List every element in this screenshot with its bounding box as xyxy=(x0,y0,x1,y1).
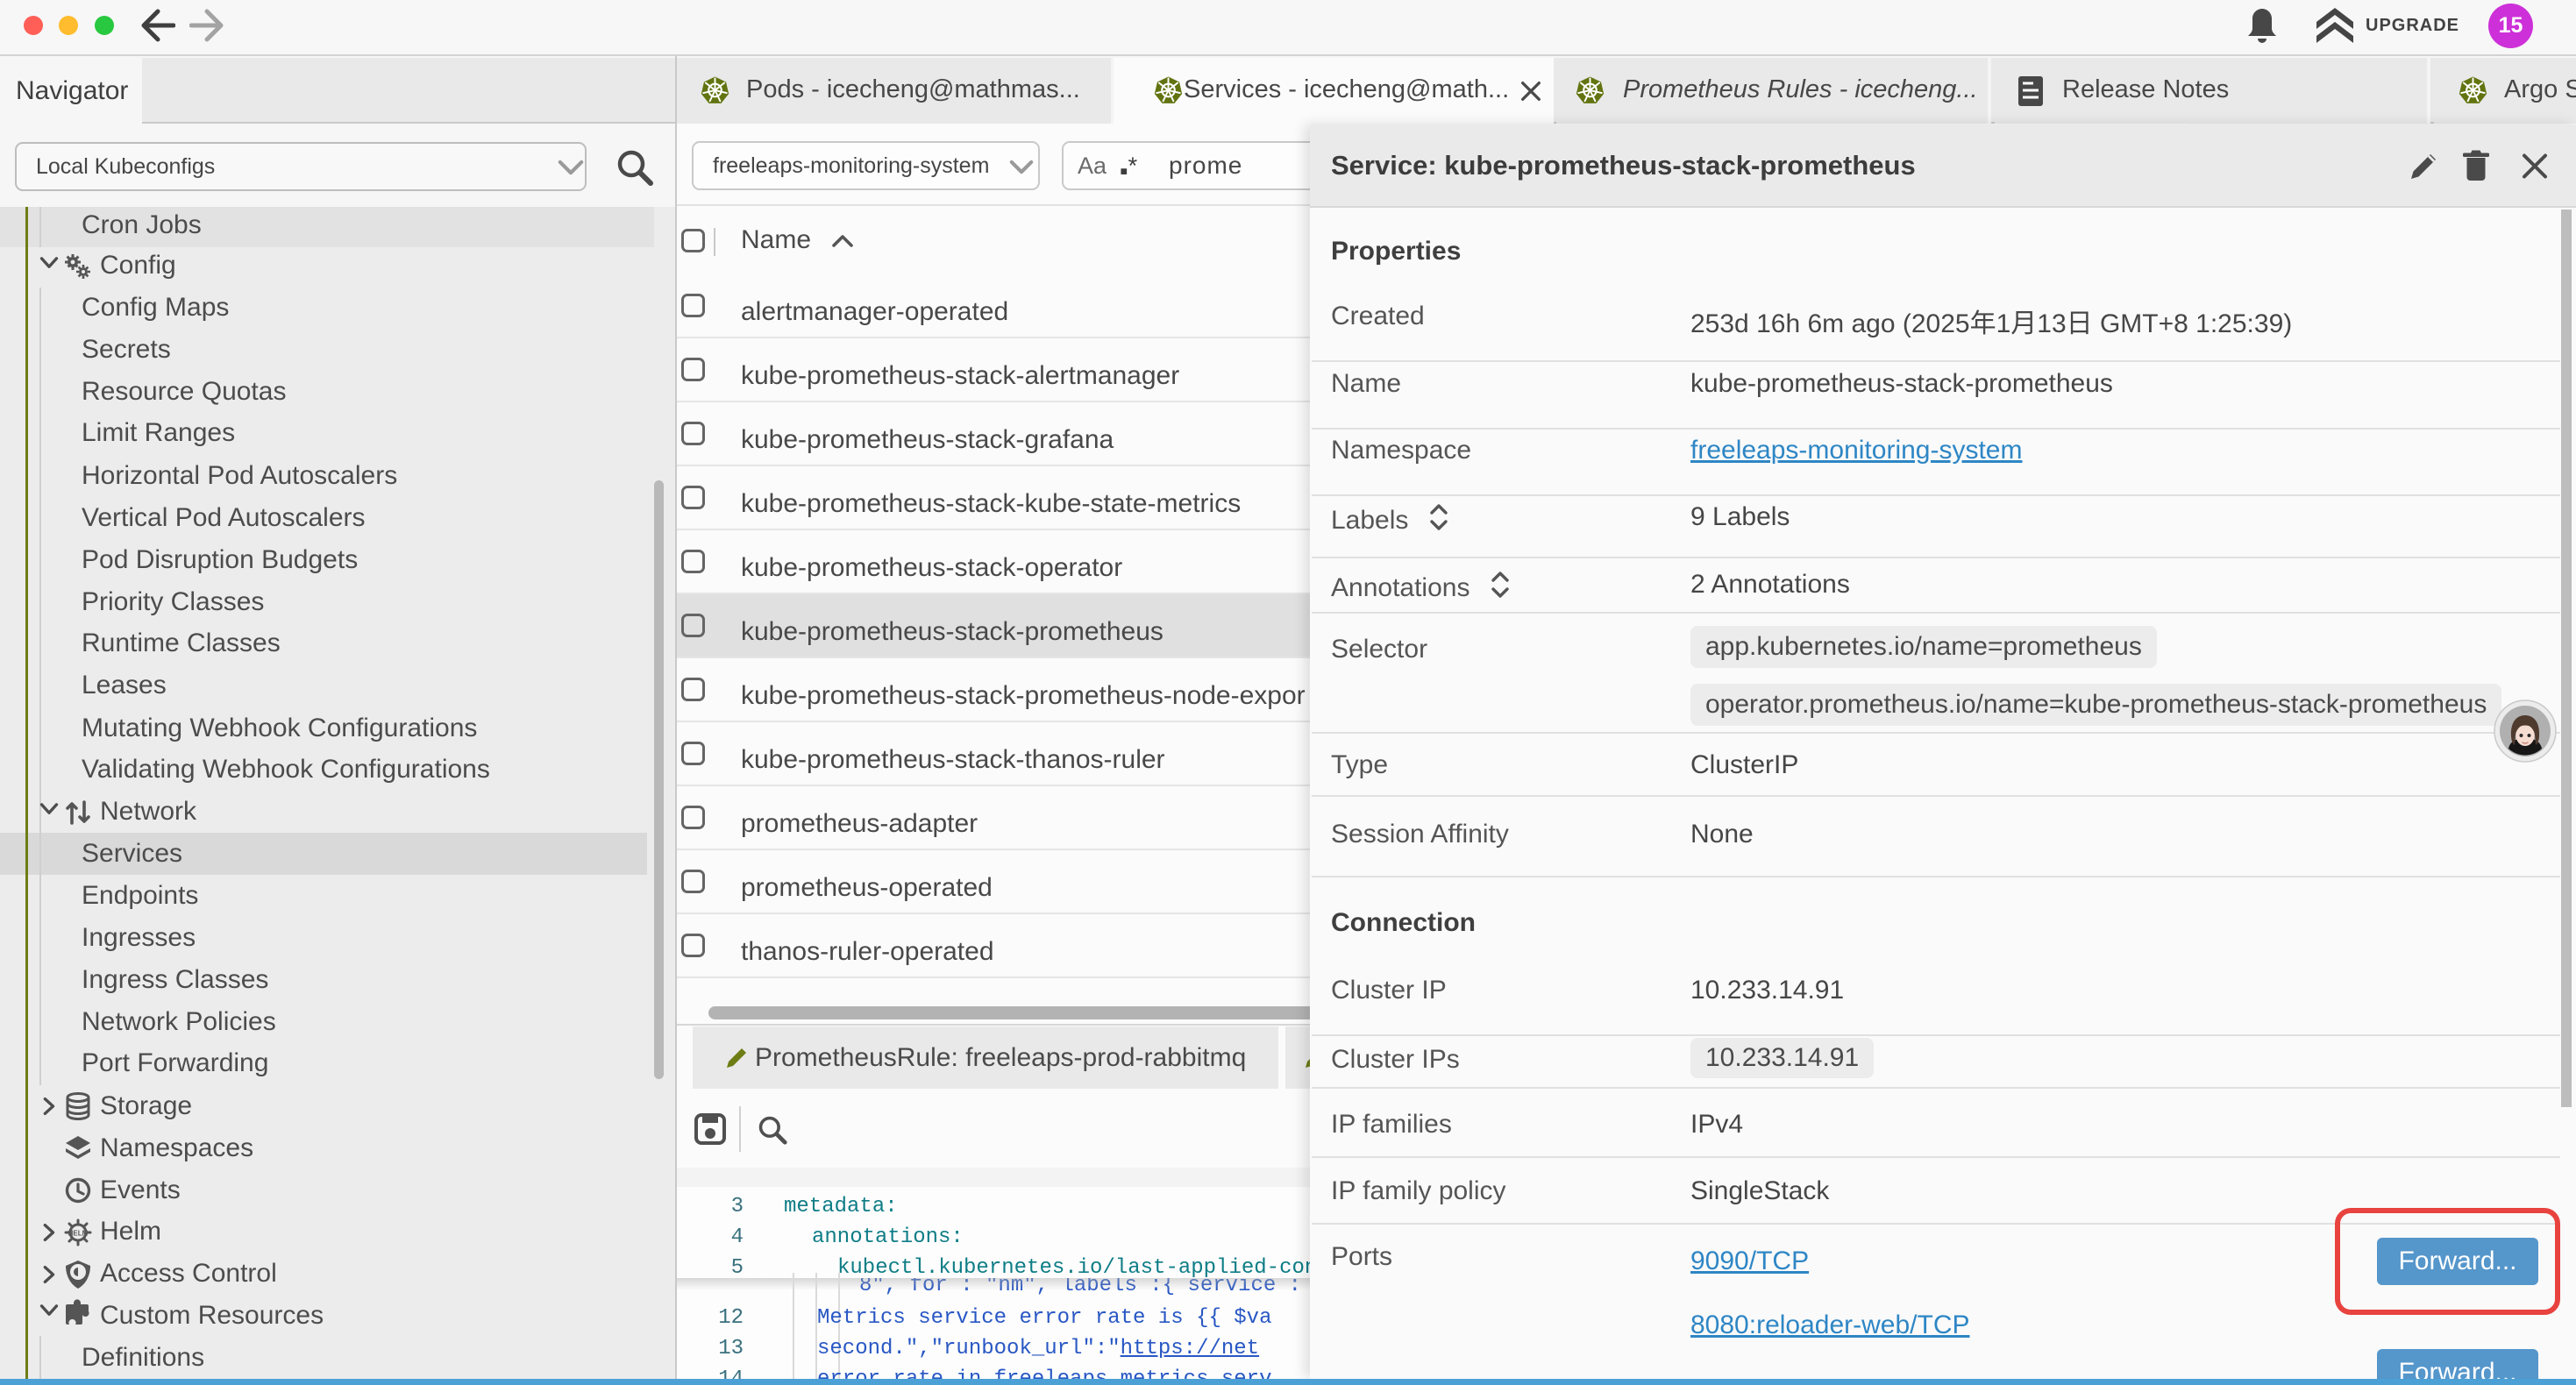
svg-text:HELM: HELM xyxy=(68,1230,89,1238)
